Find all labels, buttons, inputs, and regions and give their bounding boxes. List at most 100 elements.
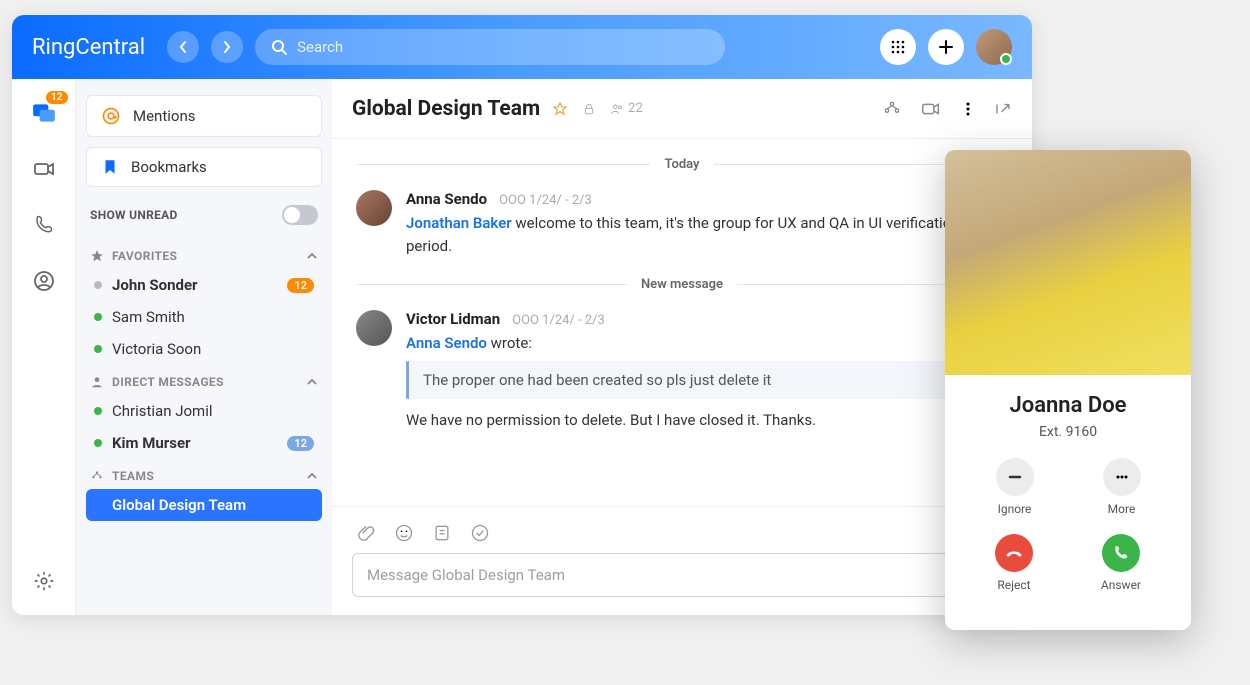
video-icon [32,157,56,181]
attach-icon[interactable] [356,523,376,543]
members-icon[interactable] [610,102,624,116]
dialpad-button[interactable] [880,29,916,65]
ignore-button[interactable]: Ignore [996,458,1034,516]
lock-icon[interactable] [582,102,596,116]
search-icon [271,39,287,55]
search-box[interactable] [255,29,725,65]
team-icon [90,469,104,483]
presence-dot [94,281,102,289]
show-unread-label: SHOW UNREAD [90,208,178,222]
plus-icon [938,39,954,55]
presence-indicator [1000,53,1012,65]
quoted-message: The proper one had been created so pls j… [406,361,1008,399]
section-teams-header[interactable]: TEAMS [86,459,322,489]
new-message-divider: New message [356,277,1008,292]
minus-icon [1007,469,1023,485]
rail-phone[interactable] [30,211,58,239]
mentions-button[interactable]: Mentions [86,95,322,137]
bookmark-icon [101,158,119,176]
conv-global-design-team[interactable]: Global Design Team [86,489,322,521]
section-favorites-label: FAVORITES [112,249,177,263]
presence-dot [94,313,102,321]
add-person-icon[interactable] [882,99,902,119]
caller-extension: Ext. 9160 [961,424,1175,440]
section-favorites-header[interactable]: FAVORITES [86,239,322,269]
message-text: Jonathan Baker welcome to this team, it'… [406,212,1008,257]
start-video-icon[interactable] [920,98,942,120]
rail-badge: 12 [46,91,67,104]
brand-logo: RingCentral [32,35,145,60]
star-icon [90,249,104,263]
unread-badge: 12 [287,436,314,451]
conv-sam-smith[interactable]: Sam Smith [86,301,322,333]
incoming-call-card: Joanna Doe Ext. 9160 Ignore More Reject … [945,150,1191,630]
rail-contacts[interactable] [30,267,58,295]
contact-icon [32,269,56,293]
more-vertical-icon[interactable] [960,101,976,117]
presence-dot [94,345,102,353]
message-author: Victor Lidman [406,310,500,328]
more-button[interactable]: More [1103,458,1141,516]
mentions-label: Mentions [133,107,195,125]
member-count: 22 [628,101,643,116]
more-horizontal-icon [1114,469,1130,485]
answer-label: Answer [1101,578,1141,592]
conv-victoria-soon[interactable]: Victoria Soon [86,333,322,365]
hangup-icon [1004,543,1024,563]
gear-icon [33,570,55,592]
section-teams-label: TEAMS [112,469,154,483]
search-input[interactable] [297,38,709,56]
expand-icon[interactable] [994,100,1012,118]
message-time: OOO 1/24/ - 2/3 [512,313,605,328]
user-avatar[interactable] [976,29,1012,65]
message-avatar[interactable] [356,190,392,226]
show-unread-toggle[interactable] [282,205,318,225]
conversation-sidebar: Mentions Bookmarks SHOW UNREAD FAVORITES… [76,79,332,615]
message-list: Today Anna Sendo OOO 1/24/ - 2/3 Jonatha… [332,139,1032,506]
presence-dot [94,439,102,447]
add-button[interactable] [928,29,964,65]
divider-today: Today [664,157,699,172]
date-divider: Today [356,157,1008,172]
star-outline-icon[interactable] [552,101,568,117]
answer-button[interactable]: Answer [1101,534,1141,592]
reject-button[interactable]: Reject [995,534,1033,592]
person-icon [90,375,104,389]
mention-link[interactable]: Anna Sendo [406,334,487,352]
bookmarks-label: Bookmarks [131,158,207,176]
ignore-label: Ignore [998,502,1032,516]
more-label: More [1108,502,1136,516]
conv-name: John Sonder [112,276,198,294]
conv-kim-murser[interactable]: Kim Murser 12 [86,427,322,459]
bookmarks-button[interactable]: Bookmarks [86,147,322,187]
conv-name: Global Design Team [112,496,246,514]
rail-settings[interactable] [30,567,58,595]
nav-forward-button[interactable] [211,31,243,63]
mention-link[interactable]: Jonathan Baker [406,214,512,232]
message-text: Anna Sendo wrote: [406,332,1008,355]
conv-name: Victoria Soon [112,340,201,358]
section-dm-header[interactable]: DIRECT MESSAGES [86,365,322,395]
conv-john-sonder[interactable]: John Sonder 12 [86,269,322,301]
chevron-up-icon [306,250,318,262]
message: Anna Sendo OOO 1/24/ - 2/3 Jonathan Bake… [356,190,1008,257]
message-avatar[interactable] [356,310,392,346]
note-icon[interactable] [432,523,452,543]
compose-input[interactable] [352,553,1012,597]
rail-video[interactable] [30,155,58,183]
rail-messages[interactable]: 12 [30,99,58,127]
app-window: RingCentral 12 [12,15,1032,615]
header-bar: RingCentral [12,15,1032,79]
presence-dot [94,407,102,415]
answer-icon [1112,544,1130,562]
emoji-icon[interactable] [394,523,414,543]
nav-back-button[interactable] [167,31,199,63]
caller-name: Joanna Doe [961,393,1175,418]
message-author: Anna Sendo [406,190,487,208]
divider-new: New message [641,277,723,292]
chat-panel: Global Design Team 22 [332,79,1032,615]
task-icon[interactable] [470,523,490,543]
message-text: We have no permission to delete. But I h… [406,409,1008,432]
conv-christian-jomil[interactable]: Christian Jomil [86,395,322,427]
unread-badge: 12 [287,278,314,293]
